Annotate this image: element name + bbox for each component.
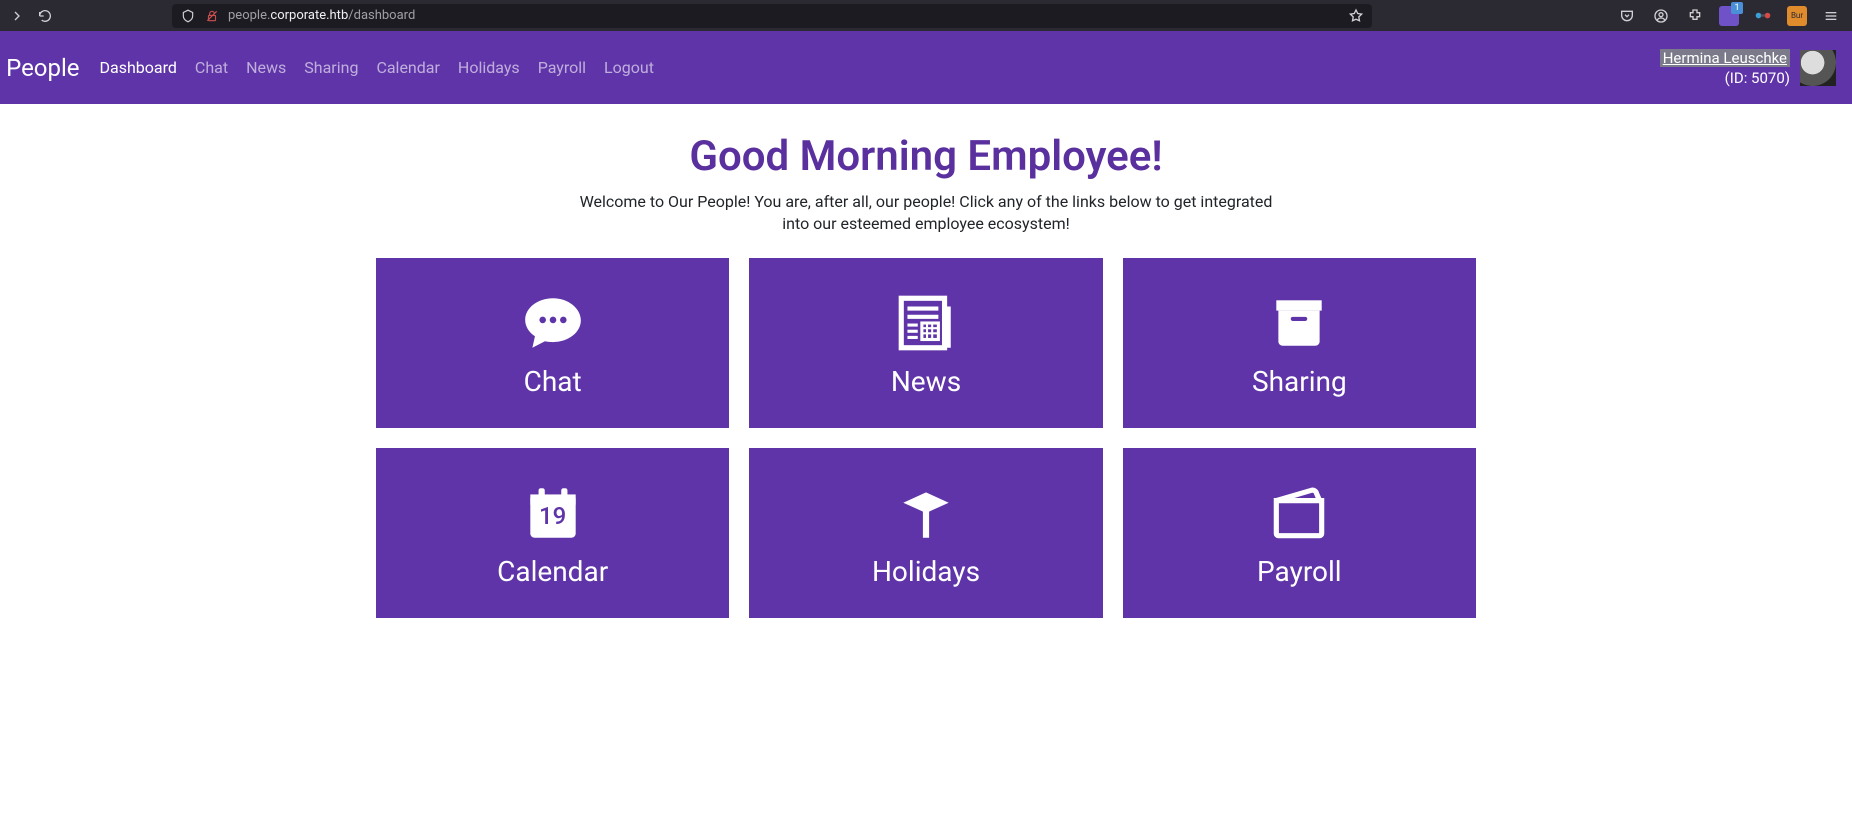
sharing-icon	[1266, 287, 1332, 359]
url-host: corporate.htb	[270, 8, 348, 23]
card-payroll[interactable]: Payroll	[1123, 448, 1476, 618]
nav-link-logout[interactable]: Logout	[604, 58, 654, 77]
url-text: people.corporate.htb/dashboard	[228, 8, 1340, 23]
bookmark-icon[interactable]	[1348, 8, 1364, 24]
news-icon	[893, 287, 959, 359]
card-holidays[interactable]: Holidays	[749, 448, 1102, 618]
url-path: /dashboard	[348, 8, 415, 23]
extensions-icon[interactable]	[1684, 5, 1706, 27]
calendar-day-number: 19	[539, 502, 566, 530]
browser-chrome: people.corporate.htb/dashboard Bur	[0, 0, 1852, 31]
shield-icon	[180, 8, 196, 24]
card-sharing[interactable]: Sharing	[1123, 258, 1476, 428]
card-holidays-label: Holidays	[872, 555, 980, 588]
nav-link-sharing[interactable]: Sharing	[304, 58, 358, 77]
extension-goggles[interactable]	[1752, 5, 1774, 27]
nav-link-calendar[interactable]: Calendar	[376, 58, 439, 77]
card-calendar[interactable]: 19 Calendar	[376, 448, 729, 618]
url-bar[interactable]: people.corporate.htb/dashboard	[172, 4, 1372, 28]
card-payroll-label: Payroll	[1257, 555, 1342, 588]
extension-burp[interactable]: Bur	[1786, 5, 1808, 27]
nav-link-news[interactable]: News	[246, 58, 286, 77]
card-news[interactable]: News	[749, 258, 1102, 428]
nav-link-chat[interactable]: Chat	[195, 58, 228, 77]
card-sharing-label: Sharing	[1252, 365, 1347, 398]
pocket-icon[interactable]	[1616, 5, 1638, 27]
lock-insecure-icon	[204, 8, 220, 24]
reload-button[interactable]	[34, 5, 56, 27]
calendar-icon: 19	[520, 477, 586, 549]
forward-button[interactable]	[6, 5, 28, 27]
card-grid: Chat News Sharing 19 Calendar	[376, 258, 1476, 618]
page-title: Good Morning Employee!	[0, 132, 1852, 181]
main-content: Good Morning Employee! Welcome to Our Pe…	[0, 104, 1852, 618]
page-subhead: Welcome to Our People! You are, after al…	[576, 191, 1276, 236]
browser-right-icons: Bur	[1616, 5, 1846, 27]
url-prefix: people.	[228, 8, 270, 23]
nav-link-dashboard[interactable]: Dashboard	[100, 58, 177, 77]
user-id: (ID: 5070)	[1660, 69, 1790, 87]
card-news-label: News	[891, 365, 961, 398]
holidays-icon	[893, 477, 959, 549]
account-icon[interactable]	[1650, 5, 1672, 27]
app-menu-button[interactable]	[1820, 5, 1842, 27]
card-chat[interactable]: Chat	[376, 258, 729, 428]
extension-purple[interactable]	[1718, 5, 1740, 27]
brand[interactable]: r People	[0, 54, 80, 82]
nav-links: Dashboard Chat News Sharing Calendar Hol…	[100, 58, 654, 77]
payroll-icon	[1266, 477, 1332, 549]
nav-link-payroll[interactable]: Payroll	[538, 58, 586, 77]
chat-icon	[520, 287, 586, 359]
card-chat-label: Chat	[524, 365, 582, 398]
avatar[interactable]	[1800, 50, 1836, 86]
app-navbar: r People Dashboard Chat News Sharing Cal…	[0, 31, 1852, 104]
user-block: Hermina Leuschke (ID: 5070)	[1660, 49, 1836, 87]
user-name-link[interactable]: Hermina Leuschke	[1660, 49, 1790, 67]
nav-link-holidays[interactable]: Holidays	[458, 58, 520, 77]
card-calendar-label: Calendar	[497, 555, 608, 588]
